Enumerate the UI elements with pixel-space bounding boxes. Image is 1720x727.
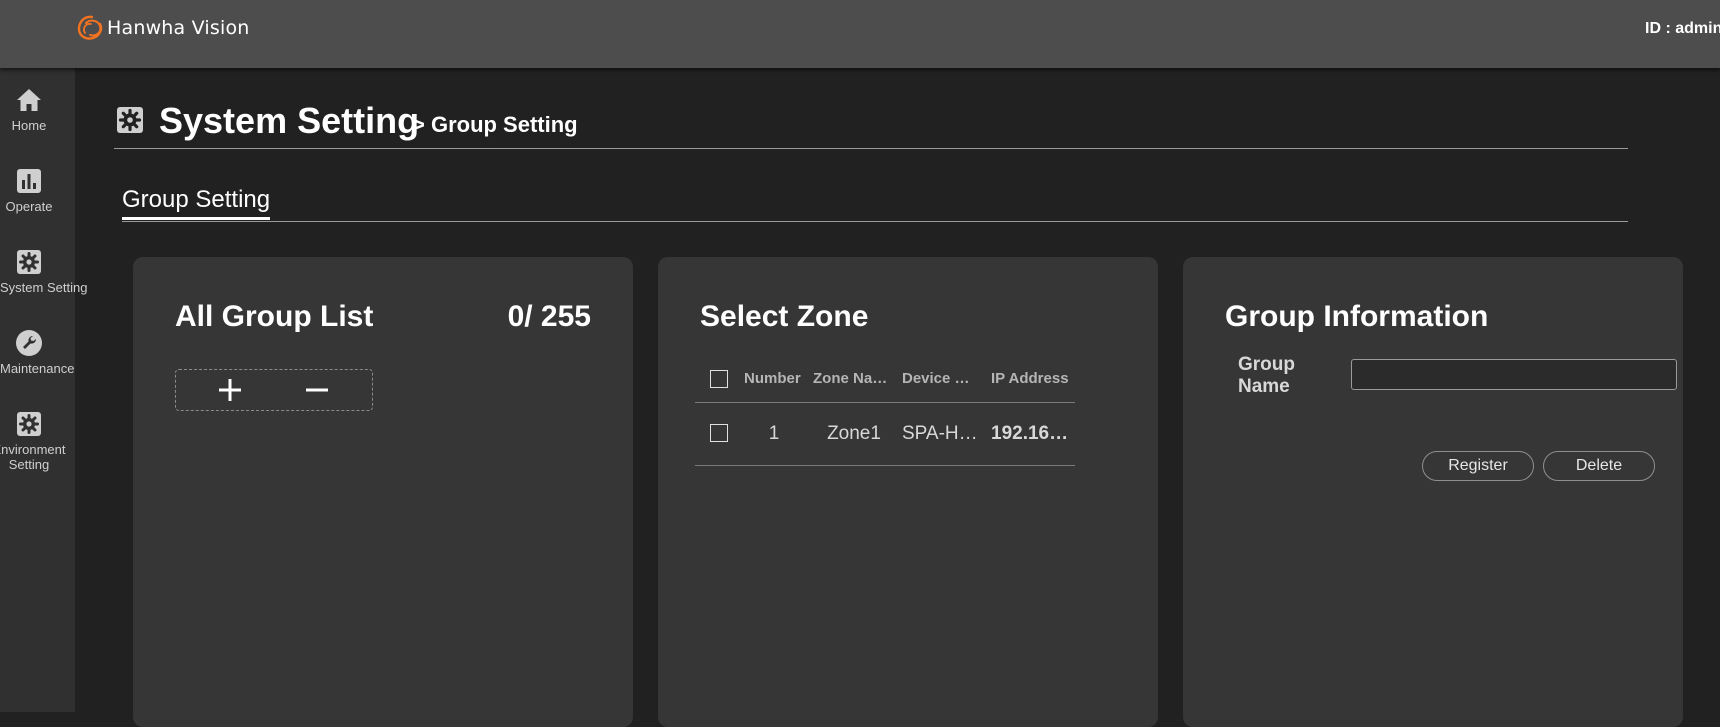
- breadcrumb: > Group Setting: [412, 112, 578, 137]
- sidebar-item-label: Operate: [5, 199, 53, 214]
- top-bar: Hanwha Vision ID : admin: [0, 0, 1720, 68]
- cell-device-name: SPA-H…: [902, 423, 978, 444]
- sidebar-item-home[interactable]: Home: [0, 86, 58, 133]
- wrench-icon: [16, 330, 42, 356]
- cell-ip-address: 192.16…: [991, 423, 1069, 444]
- sidebar-item-label: Home: [11, 118, 47, 133]
- row-checkbox[interactable]: [710, 424, 728, 442]
- page-header: System Setting > Group Setting: [114, 100, 1628, 149]
- sidebar-item-environment-setting[interactable]: Environment Setting: [0, 410, 65, 472]
- tab-bar: Group Setting: [122, 178, 1628, 222]
- cell-zone-name: Zone1: [827, 423, 881, 444]
- panel-title: Group Information: [1225, 300, 1489, 333]
- brand-name: Hanwha Vision: [107, 17, 250, 39]
- group-name-field[interactable]: [1351, 359, 1677, 390]
- gear-icon: [17, 250, 41, 274]
- sidebar-item-label: Environment Setting: [0, 442, 66, 472]
- cell-number: 1: [768, 423, 780, 444]
- group-name-label: Group Name: [1238, 354, 1295, 397]
- sidebar-item-operate[interactable]: Operate: [0, 167, 58, 214]
- group-count: 0/ 255: [507, 300, 591, 333]
- panel-title: Select Zone: [700, 300, 869, 333]
- hanwha-logo-icon: [77, 15, 103, 40]
- minus-icon: [306, 388, 328, 392]
- page-title: System Setting: [159, 100, 420, 141]
- register-button[interactable]: Register: [1422, 451, 1534, 481]
- gear-icon: [117, 107, 143, 133]
- tab-group-setting[interactable]: Group Setting: [122, 186, 271, 220]
- user-id: ID : admin: [1645, 20, 1720, 37]
- select-zone-panel: Select Zone Number Zone Name Device Name…: [658, 257, 1158, 727]
- select-all-checkbox[interactable]: [710, 370, 728, 388]
- sidebar: Home Operate System Setting Maintenance …: [0, 68, 88, 712]
- brand-logo[interactable]: Hanwha Vision: [76, 14, 250, 42]
- remove-group-button[interactable]: [297, 374, 337, 406]
- table-header: Number Zone Name Device Name IP Address: [695, 357, 1075, 403]
- sidebar-item-label: System Setting: [0, 280, 88, 295]
- column-header-number[interactable]: Number: [744, 370, 804, 387]
- add-remove-group-control: [175, 369, 373, 411]
- add-group-button[interactable]: [210, 374, 250, 406]
- zone-table: Number Zone Name Device Name IP Address …: [695, 357, 1075, 466]
- column-header-zone-name[interactable]: Zone Name: [813, 370, 889, 387]
- bar-chart-icon: [17, 169, 41, 193]
- sidebar-item-system-setting[interactable]: System Setting: [0, 248, 88, 295]
- delete-button[interactable]: Delete: [1543, 451, 1655, 481]
- all-group-list-panel: All Group List 0/ 255: [133, 257, 633, 727]
- column-header-ip-address[interactable]: IP Address: [991, 370, 1071, 387]
- table-row[interactable]: 1 Zone1 SPA-H… 192.16…: [695, 403, 1075, 466]
- sidebar-item-maintenance[interactable]: Maintenance: [0, 329, 75, 376]
- gear-icon: [17, 412, 41, 436]
- group-information-panel: Group Information Group Name Register De…: [1183, 257, 1683, 727]
- sidebar-item-label: Maintenance: [0, 361, 75, 376]
- home-icon: [17, 89, 41, 111]
- panel-title: All Group List: [175, 300, 374, 333]
- plus-icon: [219, 379, 241, 401]
- column-header-device-name[interactable]: Device Name: [902, 370, 978, 387]
